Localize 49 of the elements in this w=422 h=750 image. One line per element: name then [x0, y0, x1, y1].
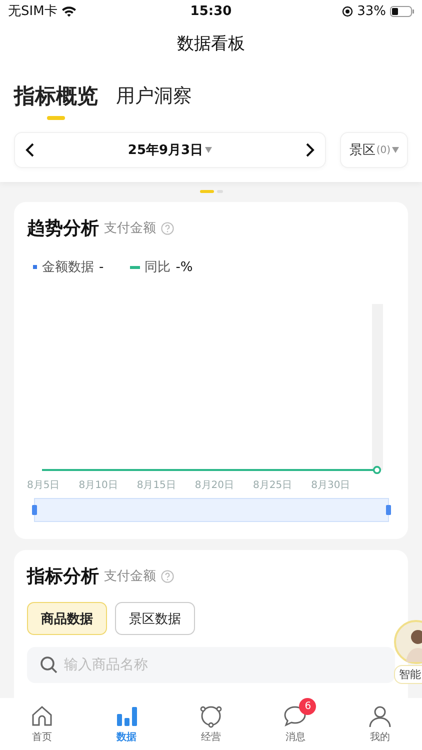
legend-value: -% [176, 260, 193, 274]
chat-bubble-icon [283, 704, 308, 728]
tab[interactable]: 用户洞察 [116, 82, 192, 120]
card-title: 趋势分析 [27, 217, 99, 240]
legend-label: 同比 [144, 259, 171, 276]
chevron-left-icon[interactable] [25, 142, 35, 158]
slider-handle[interactable] [32, 505, 37, 515]
axis-label: 8月30日 [311, 479, 350, 492]
legend-value: - [99, 260, 104, 274]
chevron-right-icon[interactable] [305, 142, 315, 158]
card-title: 指标分析 [27, 565, 99, 588]
orientation-lock-icon [342, 6, 354, 16]
ring-icon [199, 704, 224, 728]
nav-tab[interactable]: 我的 [338, 698, 422, 750]
caret-icon [392, 147, 399, 153]
nav-tab[interactable]: 经营 [168, 698, 254, 750]
card-subtitle: 支付金额 [104, 568, 156, 585]
caret-icon [205, 147, 212, 153]
page-title: 数据看板 [177, 32, 245, 54]
legend-label: 金额数据 [42, 259, 94, 276]
axis-label: 8月5日 [27, 479, 60, 492]
battery-percent: 33% [357, 4, 386, 18]
search-icon [40, 656, 58, 674]
axis-label: 8月15日 [136, 479, 176, 492]
nav-tab[interactable]: 数据 [84, 698, 169, 750]
segment-button[interactable]: 商品数据 [27, 602, 107, 635]
help-icon[interactable] [161, 570, 174, 582]
segment-button[interactable]: 景区数据 [115, 602, 195, 635]
axis-label: 8月25日 [253, 479, 292, 492]
carrier-text: 无SIM卡 [8, 3, 58, 20]
tab[interactable]: 指标概览 [14, 82, 98, 120]
nav-tab[interactable]: 首页 [0, 698, 84, 750]
nav-tab[interactable]: 6 消息 [253, 698, 338, 750]
wifi-icon [61, 5, 78, 17]
search-field[interactable]: 输入商品名称 [27, 647, 395, 683]
scenic-filter-button[interactable]: 景区(0) [340, 132, 408, 168]
date-text[interactable]: 25年9月3日 [128, 141, 212, 159]
axis-label: 8月20日 [194, 479, 234, 492]
battery-icon [390, 6, 414, 16]
home-icon [30, 704, 54, 728]
axis-label: 8月10日 [78, 479, 118, 492]
assistant-label[interactable]: 智能 [394, 665, 422, 684]
unread-badge: 6 [299, 698, 316, 715]
person-icon [368, 704, 392, 728]
clock-time: 15:30 [190, 4, 232, 18]
slider-handle[interactable] [386, 505, 391, 515]
card-subtitle: 支付金额 [104, 220, 156, 237]
help-icon[interactable] [161, 222, 174, 234]
bar-chart-icon [114, 704, 139, 728]
